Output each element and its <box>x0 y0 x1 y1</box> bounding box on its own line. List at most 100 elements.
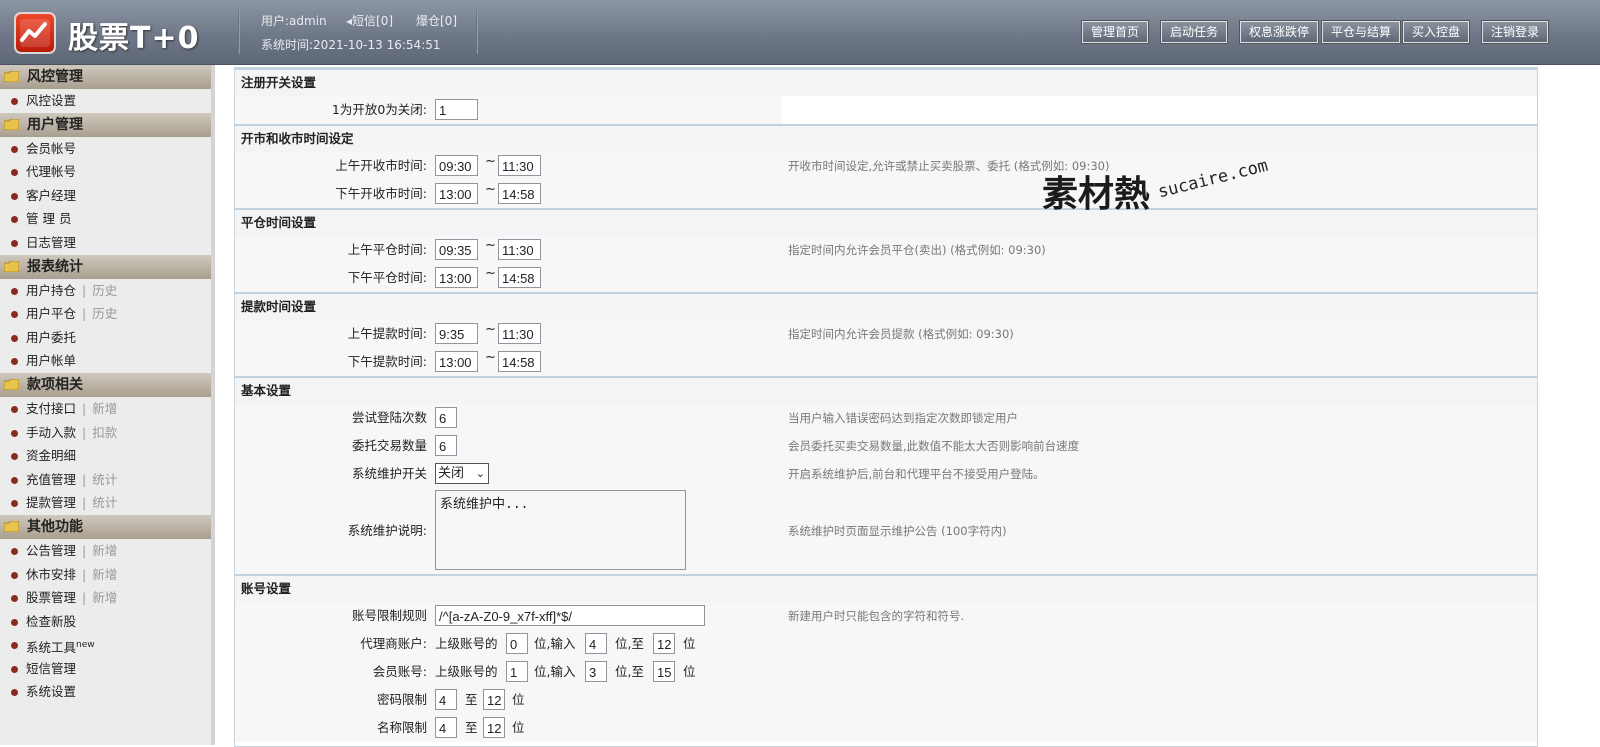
register-switch-input[interactable]: 1 <box>435 99 478 120</box>
separator: | <box>82 542 87 558</box>
watermark-cn: 素材熱 <box>1042 174 1151 215</box>
password-max-input[interactable]: 12 <box>483 689 505 710</box>
close-am-from-input[interactable]: 09:35 <box>435 239 478 260</box>
sidebar-item-label: 提款管理 <box>26 495 77 511</box>
separator: | <box>82 306 87 322</box>
sidebar-section-header[interactable]: 用户管理 <box>0 112 211 137</box>
sidebar-sub-link[interactable]: 新增 <box>92 567 117 582</box>
password-min-input[interactable]: 4 <box>435 689 457 710</box>
withdraw-pm-from-input[interactable]: 13:00 <box>435 351 478 372</box>
name-max-input[interactable]: 12 <box>483 717 505 738</box>
market-am-close-input[interactable]: 11:30 <box>498 155 541 176</box>
account-rule-input[interactable]: /^[a-zA-Z0-9_x7f-xff]*$/ <box>435 605 705 626</box>
separator: | <box>82 400 87 416</box>
sidebar-item[interactable]: 风控设置 <box>0 89 211 113</box>
sidebar-item[interactable]: 用户平仓 | 历史 <box>0 302 211 326</box>
sidebar-section-header[interactable]: 报表统计 <box>0 254 211 279</box>
sidebar-item[interactable]: 充值管理 | 统计 <box>0 468 211 492</box>
maintenance-description-textarea[interactable]: 系统维护中... <box>435 490 686 570</box>
start-task-button[interactable]: 启动任务 <box>1161 21 1228 43</box>
agent-input-digits-input[interactable]: 4 <box>585 633 607 654</box>
sidebar-item[interactable]: 系统工具new <box>0 633 211 657</box>
agent-max-digits-input[interactable]: 12 <box>653 633 675 654</box>
sidebar-item[interactable]: 用户帐单 <box>0 349 211 373</box>
bullet-icon <box>11 405 18 413</box>
member-prefix-digits-input[interactable]: 1 <box>506 661 528 682</box>
field-text: 位,至 <box>615 664 644 679</box>
field-text: 位 <box>683 636 696 651</box>
market-am-open-input[interactable]: 09:30 <box>435 155 478 176</box>
field-hint: 系统维护时页面显示维护公告 (100字符内) <box>788 524 1007 538</box>
member-max-digits-input[interactable]: 15 <box>653 661 675 682</box>
form-row: 1为开放0为关闭: 1 <box>235 96 1537 124</box>
bullet-icon <box>11 642 18 650</box>
sidebar-item[interactable]: 资金明细 <box>0 444 211 468</box>
buy-control-button[interactable]: 买入控盘 <box>1403 21 1470 43</box>
sidebar-item[interactable]: 日志管理 <box>0 231 211 255</box>
settle-button[interactable]: 平仓与结算 <box>1322 21 1401 43</box>
close-pm-to-input[interactable]: 14:58 <box>498 267 541 288</box>
sidebar-sub-link[interactable]: 新增 <box>92 543 117 558</box>
sidebar-sub-link[interactable]: 新增 <box>92 401 117 416</box>
sidebar-item[interactable]: 股票管理 | 新增 <box>0 586 211 610</box>
name-min-input[interactable]: 4 <box>435 717 457 738</box>
sidebar-item[interactable]: 会员帐号 <box>0 137 211 161</box>
sidebar-sub-link[interactable]: 扣款 <box>92 425 117 440</box>
sidebar-item[interactable]: 用户委托 <box>0 326 211 350</box>
field-text: 位,输入 <box>534 664 576 679</box>
sidebar-section-header[interactable]: 款项相关 <box>0 372 211 397</box>
sidebar-sub-link[interactable]: 新增 <box>92 590 117 605</box>
limit-button[interactable]: 权息涨跌停 <box>1240 21 1319 43</box>
bullet-icon <box>11 145 18 153</box>
section-title: 注册开关设置 <box>235 68 1537 96</box>
sidebar-item-label: 风控设置 <box>26 93 77 108</box>
sidebar-item[interactable]: 短信管理 <box>0 657 211 681</box>
sidebar-item[interactable]: 客户经理 <box>0 184 211 208</box>
sidebar-item[interactable]: 检查新股 <box>0 610 211 634</box>
sidebar-item[interactable]: 用户持仓 | 历史 <box>0 279 211 303</box>
sidebar-item[interactable]: 提款管理 | 统计 <box>0 491 211 515</box>
login-attempts-input[interactable]: 6 <box>435 407 457 428</box>
sidebar-item-label: 充值管理 <box>26 471 77 487</box>
maintenance-select[interactable]: 关闭 ⌄ <box>435 463 489 484</box>
sidebar-item[interactable]: 休市安排 | 新增 <box>0 563 211 587</box>
agent-prefix-digits-input[interactable]: 0 <box>506 633 528 654</box>
sidebar-item[interactable]: 支付接口 | 新增 <box>0 397 211 421</box>
sidebar-item-label: 用户持仓 <box>26 282 77 298</box>
logout-button[interactable]: 注销登录 <box>1482 21 1549 43</box>
sidebar-item-label: 短信管理 <box>26 660 77 676</box>
withdraw-pm-to-input[interactable]: 14:58 <box>498 351 541 372</box>
sidebar-section-header[interactable]: 其他功能 <box>0 514 211 539</box>
sidebar-section-header[interactable]: 风控管理 <box>0 65 211 89</box>
sidebar-item[interactable]: 公告管理 | 新增 <box>0 539 211 563</box>
withdraw-am-to-input[interactable]: 11:30 <box>498 323 541 344</box>
field-label: 系统维护说明: <box>347 523 427 538</box>
liquidation-indicator[interactable]: 爆仓[0] <box>416 12 457 29</box>
bullet-icon <box>11 169 18 177</box>
form-row: 委托交易数量 6 会员委托买卖交易数量,此数值不能太大否则影响前台速度 <box>235 432 1537 460</box>
close-am-to-input[interactable]: 11:30 <box>498 239 541 260</box>
member-input-digits-input[interactable]: 3 <box>585 661 607 682</box>
sidebar-sub-link[interactable]: 统计 <box>92 472 117 487</box>
sidebar-sub-link[interactable]: 统计 <box>92 495 117 510</box>
sidebar-item[interactable]: 代理帐号 <box>0 160 211 184</box>
field-label: 上午平仓时间: <box>347 242 427 257</box>
order-count-input[interactable]: 6 <box>435 435 457 456</box>
withdraw-am-from-input[interactable]: 9:35 <box>435 323 478 344</box>
field-label: 1为开放0为关闭: <box>331 102 427 117</box>
market-pm-open-input[interactable]: 13:00 <box>435 183 478 204</box>
sidebar-sub-link[interactable]: 历史 <box>92 306 117 321</box>
close-pm-from-input[interactable]: 13:00 <box>435 267 478 288</box>
sidebar-sub-link[interactable]: 历史 <box>92 283 117 298</box>
sms-indicator[interactable]: ◂短信[0] <box>346 12 393 29</box>
form-row: 下午开收市时间: 13:00 ~ 14:58 <box>235 180 1537 208</box>
range-tilde: ~ <box>485 350 496 365</box>
sidebar-item[interactable]: 手动入款 | 扣款 <box>0 421 211 445</box>
sidebar-item[interactable]: 系统设置 <box>0 680 211 704</box>
logo-chart-icon <box>14 12 56 54</box>
home-button[interactable]: 管理首页 <box>1082 21 1149 43</box>
sidebar-item[interactable]: 管 理 员 <box>0 207 211 231</box>
field-hint: 指定时间内允许会员平仓(卖出) (格式例如: 09:30) <box>788 243 1046 257</box>
market-pm-close-input[interactable]: 14:58 <box>498 183 541 204</box>
field-text: 位,至 <box>615 636 644 651</box>
